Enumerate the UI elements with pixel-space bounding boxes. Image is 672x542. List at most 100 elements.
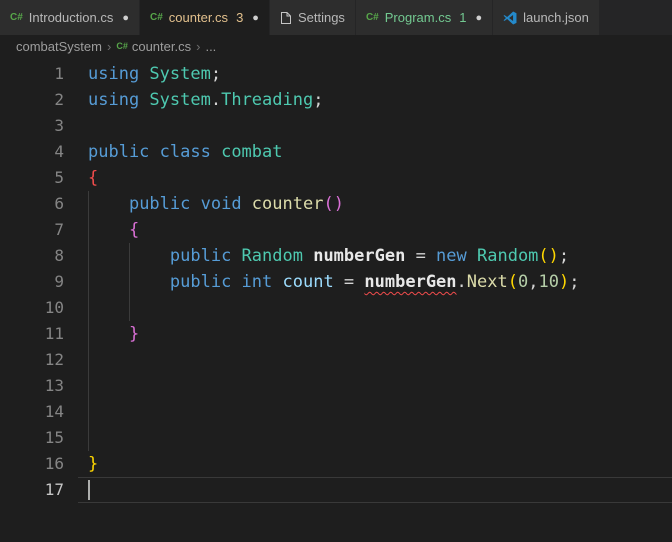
code-line[interactable]: 14 bbox=[0, 399, 672, 425]
line-number[interactable]: 5 bbox=[0, 165, 64, 191]
token: public bbox=[88, 142, 160, 162]
token: ; bbox=[313, 90, 324, 110]
line-number[interactable]: 8 bbox=[0, 243, 64, 269]
code-line[interactable]: 2 using System.Threading; bbox=[0, 87, 672, 113]
code-line[interactable]: 12 bbox=[0, 347, 672, 373]
code-line-text[interactable]: using System; bbox=[78, 61, 672, 87]
token: numberGen bbox=[313, 246, 406, 266]
code-line-text[interactable]: { bbox=[78, 217, 672, 243]
code-lines: 1 using System; 2 using System.Threading; 3 4… bbox=[0, 57, 672, 503]
tab-counter.cs[interactable]: C# counter.cs 3 ● bbox=[140, 0, 270, 35]
code-line[interactable]: 10 bbox=[0, 295, 672, 321]
token: = bbox=[405, 246, 437, 266]
token: counter bbox=[251, 194, 324, 214]
token: } bbox=[128, 324, 140, 344]
code-line[interactable]: 9 public int count = numberGen.Next(0,10… bbox=[0, 269, 672, 295]
editor-tab-bar: C# Introduction.cs ● C# counter.cs 3 ● Settings… bbox=[0, 0, 672, 35]
vscode-icon bbox=[503, 11, 517, 25]
breadcrumb-item[interactable]: ... bbox=[205, 39, 216, 54]
modified-dot-icon[interactable]: ● bbox=[122, 12, 129, 24]
code-editor[interactable]: 1 using System; 2 using System.Threading; 3 4… bbox=[0, 57, 672, 542]
code-line-text[interactable] bbox=[78, 373, 672, 399]
token: ; bbox=[210, 64, 222, 84]
code-line-text[interactable]: } bbox=[78, 451, 672, 477]
file-icon bbox=[280, 11, 292, 25]
code-line-text[interactable] bbox=[78, 425, 672, 451]
code-line[interactable]: 3 bbox=[0, 113, 672, 139]
code-line-text[interactable]: { bbox=[78, 165, 672, 191]
tab-settings[interactable]: Settings bbox=[269, 0, 356, 35]
code-line-text[interactable] bbox=[78, 399, 672, 425]
modified-dot-icon[interactable]: ● bbox=[252, 12, 259, 24]
code-line[interactable]: 11 } bbox=[0, 321, 672, 347]
token: Next bbox=[466, 272, 508, 292]
code-line[interactable]: 17 bbox=[0, 477, 672, 503]
code-line-text[interactable] bbox=[78, 347, 672, 373]
code-line[interactable]: 4 public class combat bbox=[0, 139, 672, 165]
tab-label: Introduction.cs bbox=[28, 10, 114, 25]
code-line-text[interactable] bbox=[78, 477, 672, 503]
token: ) bbox=[333, 194, 344, 214]
token: = bbox=[333, 272, 365, 292]
code-line-text[interactable]: using System.Threading; bbox=[78, 87, 672, 113]
line-number[interactable]: 12 bbox=[0, 347, 64, 373]
modified-dot-icon[interactable]: ● bbox=[475, 12, 482, 24]
line-number[interactable]: 9 bbox=[0, 269, 64, 295]
code-line[interactable]: 1 using System; bbox=[0, 61, 672, 87]
line-number[interactable]: 10 bbox=[0, 295, 64, 321]
problems-badge: 1 bbox=[459, 10, 467, 25]
token: System bbox=[149, 90, 211, 110]
line-number[interactable]: 13 bbox=[0, 373, 64, 399]
line-number[interactable]: 6 bbox=[0, 191, 64, 217]
line-number[interactable]: 3 bbox=[0, 113, 64, 139]
breadcrumb-label: combatSystem bbox=[16, 38, 102, 54]
csharp-file-icon: C# bbox=[116, 41, 128, 51]
code-line-text[interactable] bbox=[78, 295, 672, 321]
breadcrumb-item[interactable]: C# counter.cs bbox=[116, 39, 191, 54]
token: System bbox=[149, 64, 211, 84]
vscode-window: C# Introduction.cs ● C# counter.cs 3 ● Settings… bbox=[0, 0, 672, 542]
code-line[interactable]: 15 bbox=[0, 425, 672, 451]
code-line-text[interactable]: public class combat bbox=[78, 139, 672, 165]
line-number[interactable]: 2 bbox=[0, 87, 64, 113]
tab-launch.json[interactable]: launch.json bbox=[493, 0, 600, 35]
token: . bbox=[456, 272, 467, 292]
tab-introduction.cs[interactable]: C# Introduction.cs ● bbox=[0, 0, 140, 35]
code-line[interactable]: 7 { bbox=[0, 217, 672, 243]
tab-label: counter.cs bbox=[168, 10, 229, 25]
code-line-text[interactable]: } bbox=[78, 321, 672, 347]
code-line-text[interactable]: public int count = numberGen.Next(0,10); bbox=[78, 269, 672, 295]
token: ( bbox=[538, 246, 549, 266]
code-line-text[interactable] bbox=[78, 113, 672, 139]
code-line-text[interactable]: public void counter() bbox=[78, 191, 672, 217]
token: ) bbox=[548, 246, 559, 266]
line-number[interactable]: 1 bbox=[0, 61, 64, 87]
line-number[interactable]: 15 bbox=[0, 425, 64, 451]
breadcrumb-label: ... bbox=[205, 38, 217, 54]
tab-program.cs[interactable]: C# Program.cs 1 ● bbox=[355, 0, 494, 35]
csharp-file-icon: C# bbox=[150, 12, 163, 23]
line-number[interactable]: 4 bbox=[0, 139, 64, 165]
code-line[interactable]: 6 public void counter() bbox=[0, 191, 672, 217]
line-number[interactable]: 7 bbox=[0, 217, 64, 243]
breadcrumb: combatSystem › C# counter.cs ›... bbox=[0, 35, 672, 57]
code-line[interactable]: 8 public Random numberGen = new Random()… bbox=[0, 243, 672, 269]
line-number[interactable]: 11 bbox=[0, 321, 64, 347]
token: using bbox=[88, 90, 150, 110]
token: } bbox=[88, 454, 99, 474]
code-line[interactable]: 16} bbox=[0, 451, 672, 477]
token: public bbox=[169, 272, 242, 292]
code-line[interactable]: 5{ bbox=[0, 165, 672, 191]
code-line[interactable]: 13 bbox=[0, 373, 672, 399]
line-number[interactable]: 16 bbox=[0, 451, 64, 477]
breadcrumb-label: counter.cs bbox=[131, 38, 192, 54]
code-line-text[interactable]: public Random numberGen = new Random(); bbox=[78, 243, 672, 269]
csharp-file-icon: C# bbox=[10, 12, 23, 23]
token: using bbox=[88, 64, 150, 84]
line-number[interactable]: 17 bbox=[0, 477, 64, 503]
breadcrumb-item[interactable]: combatSystem bbox=[16, 39, 102, 54]
token: ( bbox=[507, 272, 518, 292]
line-number[interactable]: 14 bbox=[0, 399, 64, 425]
